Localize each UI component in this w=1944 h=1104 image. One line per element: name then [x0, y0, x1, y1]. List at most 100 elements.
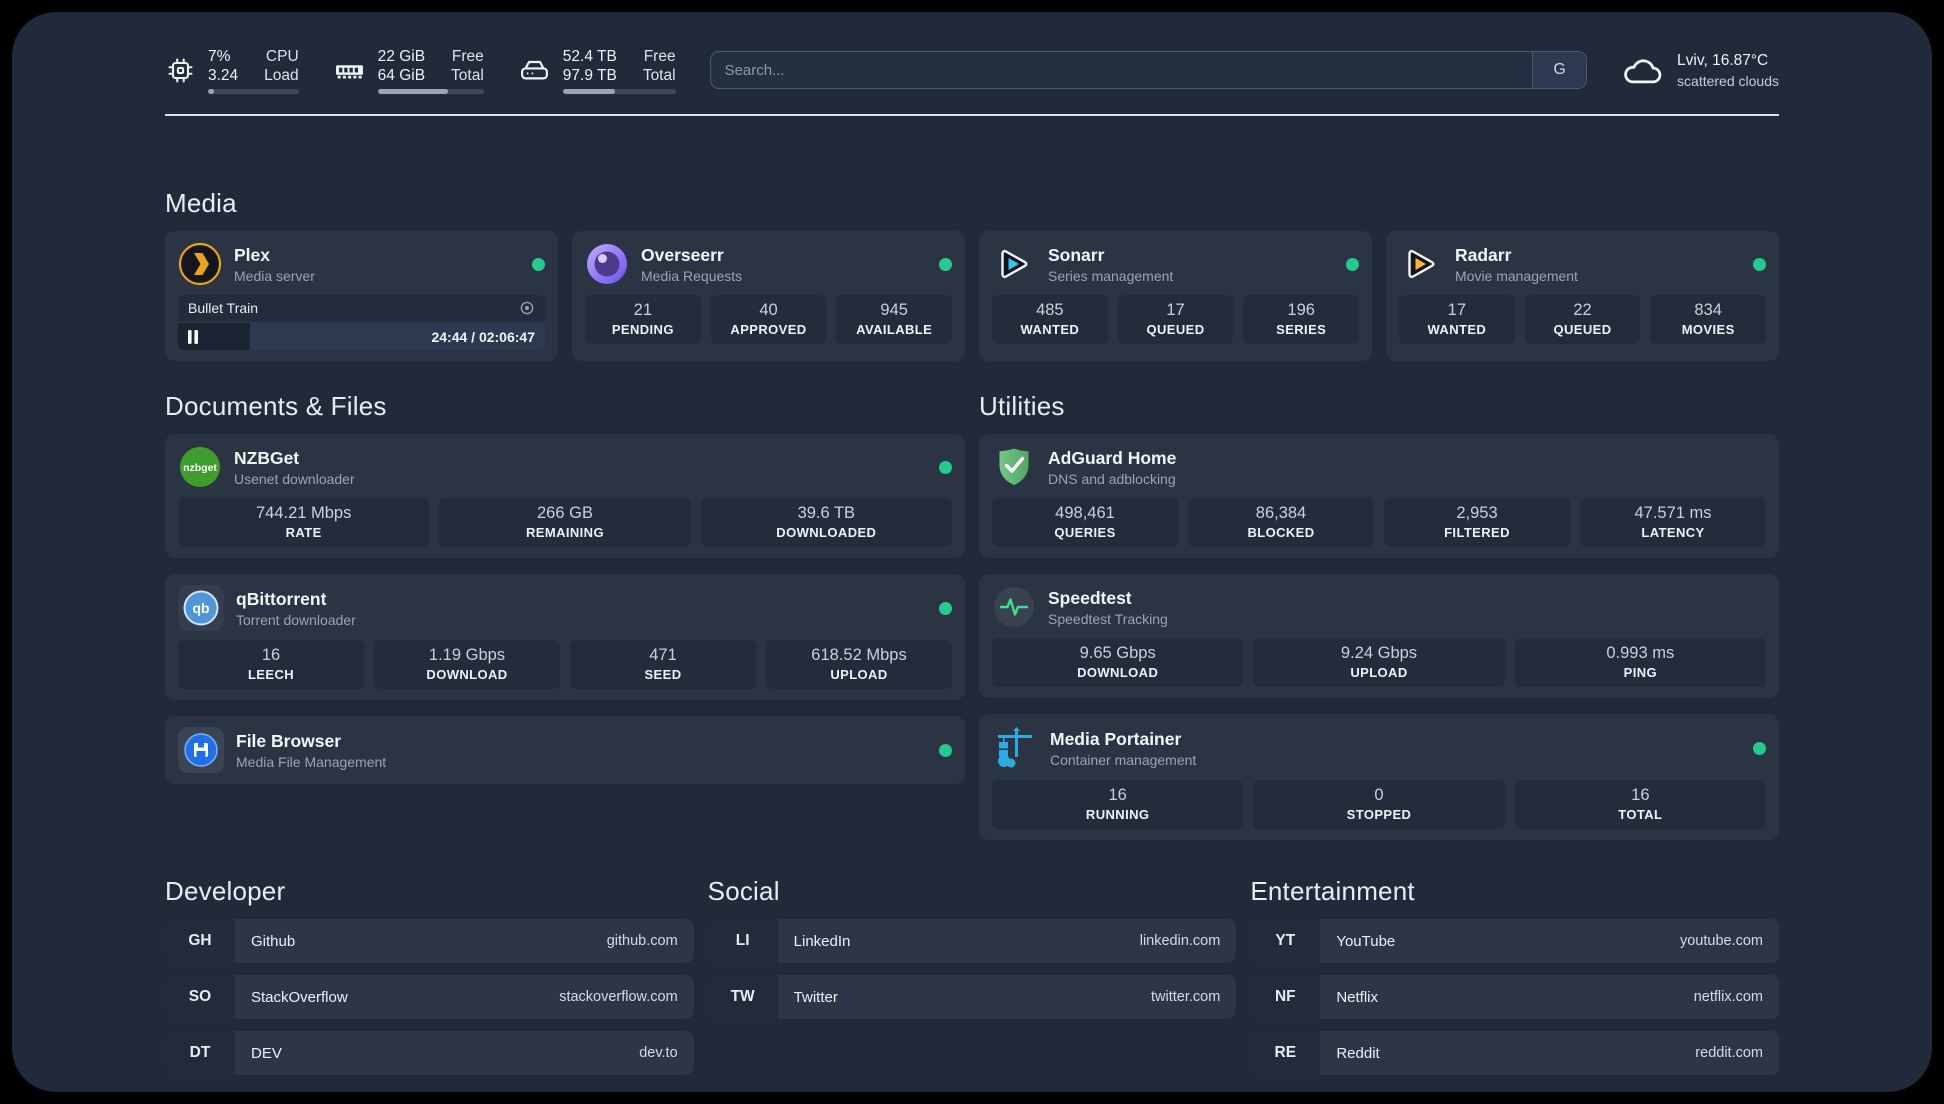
link-dev[interactable]: DT DEV dev.to	[165, 1031, 694, 1075]
disk-free-value: 52.4 TB	[562, 47, 617, 65]
stat-tile-seed: 471 SEED	[570, 640, 756, 689]
app-description: Torrent downloader	[236, 611, 356, 628]
pause-icon[interactable]	[187, 329, 199, 344]
link-url: stackoverflow.com	[559, 989, 678, 1005]
weather-location-temp: Lviv, 16.87°C	[1677, 51, 1769, 69]
app-card-radarr[interactable]: Radarr Movie management 17 WANTED 22 QUEUE…	[1386, 231, 1779, 361]
memory-progress-bar	[377, 88, 484, 94]
cloud-icon	[1624, 59, 1662, 84]
utilities-section-title: Utilities	[979, 391, 1065, 421]
cpu-stat: 7% CPU 3.24 Load	[165, 47, 299, 94]
link-stackoverflow[interactable]: SO StackOverflow stackoverflow.com	[165, 975, 694, 1019]
weather-widget: Lviv, 16.87°C scattered clouds	[1621, 52, 1779, 89]
app-card-overseerr[interactable]: Overseerr Media Requests 21 PENDING 40 APP…	[572, 231, 965, 361]
social-section-title: Social	[707, 876, 780, 906]
sonarr-icon	[1001, 249, 1028, 279]
developer-section: Developer GH Github github.com SO StackO…	[165, 876, 694, 1075]
app-description: Media server	[234, 267, 315, 284]
link-name: YouTube	[1336, 932, 1396, 950]
playback-progress-bar[interactable]: 24:44 / 02:06:47	[178, 323, 545, 350]
link-github[interactable]: GH Github github.com	[165, 919, 694, 963]
status-online-dot	[1753, 257, 1766, 271]
link-url: dev.to	[639, 1045, 678, 1061]
disk-total-label: Total	[642, 66, 676, 84]
overseerr-icon	[587, 244, 627, 284]
app-card-qbittorrent[interactable]: qb qBittorrent Torrent downloader 16 LEEC…	[165, 574, 965, 700]
stat-tile-pending: 21 PENDING	[585, 295, 701, 344]
app-card-nzbget[interactable]: nzbget NZBGet Usenet downloader 744.21 M…	[165, 434, 965, 558]
qbittorrent-icon: qb	[178, 585, 224, 631]
speedtest-icon	[994, 587, 1034, 627]
app-card-filebrowser[interactable]: File Browser Media File Management	[165, 716, 965, 784]
app-description: Media Requests	[641, 267, 743, 284]
header-bar: 7% CPU 3.24 Load 22 GiB Free 64 GiB Tota…	[165, 44, 1779, 96]
disk-free-label: Free	[643, 47, 676, 65]
media-section-title: Media	[165, 188, 237, 218]
link-abbr: RE	[1250, 1031, 1321, 1075]
entertainment-section: Entertainment YT YouTube youtube.com NF …	[1250, 876, 1779, 1075]
weather-condition: scattered clouds	[1677, 72, 1779, 89]
portainer-icon	[998, 727, 1032, 768]
stat-tile-total: 16 TOTAL	[1514, 780, 1766, 829]
app-name: Media Portainer	[1050, 728, 1182, 749]
radarr-icon	[1408, 249, 1435, 279]
app-description: Movie management	[1455, 267, 1578, 284]
search-engine-button[interactable]: G	[1532, 52, 1587, 88]
status-online-dot	[1346, 257, 1359, 271]
stat-tile-movies: 834 MOVIES	[1650, 295, 1767, 344]
app-description: Container management	[1050, 751, 1197, 768]
link-netflix[interactable]: NF Netflix netflix.com	[1250, 975, 1779, 1019]
app-description: Speedtest Tracking	[1048, 610, 1168, 627]
app-card-plex[interactable]: Plex Media server Bullet Train 24:44 / 0…	[165, 231, 558, 361]
cpu-icon	[168, 57, 193, 83]
now-playing-title: Bullet Train	[188, 300, 259, 316]
playback-time: 24:44 / 02:06:47	[431, 328, 535, 345]
link-linkedin[interactable]: LI LinkedIn linkedin.com	[707, 919, 1237, 963]
app-name: File Browser	[236, 730, 342, 751]
cpu-load-label: Load	[264, 66, 299, 84]
link-abbr: DT	[165, 1031, 235, 1075]
svg-text:qb: qb	[192, 600, 209, 616]
app-description: Media File Management	[236, 753, 387, 770]
memory-stat: 22 GiB Free 64 GiB Total	[333, 47, 484, 94]
app-name: Overseerr	[641, 244, 724, 265]
entertainment-section-title: Entertainment	[1250, 876, 1415, 906]
link-abbr: SO	[165, 975, 235, 1019]
social-section: Social LI LinkedIn linkedin.com TW Twitt…	[707, 876, 1237, 1019]
link-abbr: LI	[707, 919, 778, 963]
stat-tile-blocked: 86,384 BLOCKED	[1188, 498, 1374, 547]
link-twitter[interactable]: TW Twitter twitter.com	[707, 975, 1237, 1019]
link-name: Github	[251, 932, 296, 950]
stat-tile-latency: 47.571 ms LATENCY	[1580, 498, 1766, 547]
cpu-usage-label: CPU	[265, 47, 299, 65]
memory-total-label: Total	[451, 66, 484, 84]
link-reddit[interactable]: RE Reddit reddit.com	[1250, 1031, 1779, 1075]
stat-tile-series: 196 SERIES	[1243, 295, 1360, 344]
documents-section-title: Documents & Files	[165, 391, 387, 421]
dashboard-panel: 7% CPU 3.24 Load 22 GiB Free 64 GiB Tota…	[12, 12, 1932, 1092]
app-name: NZBGet	[234, 447, 300, 468]
disk-icon	[520, 60, 548, 79]
link-youtube[interactable]: YT YouTube youtube.com	[1250, 919, 1779, 963]
cpu-progress-bar	[208, 88, 299, 94]
stat-tile-ping: 0.993 ms PING	[1514, 638, 1766, 687]
link-name: DEV	[251, 1044, 282, 1062]
app-name: qBittorrent	[236, 588, 327, 609]
app-card-speedtest[interactable]: Speedtest Speedtest Tracking 9.65 Gbps DO…	[979, 574, 1779, 698]
link-url: youtube.com	[1679, 933, 1763, 949]
status-online-dot	[939, 257, 952, 271]
stat-tile-queries: 498,461 QUERIES	[992, 498, 1178, 547]
app-name: Sonarr	[1048, 244, 1105, 265]
app-card-portainer[interactable]: Media Portainer Container management 16 R…	[979, 714, 1779, 840]
memory-free-label: Free	[451, 47, 484, 65]
app-card-sonarr[interactable]: Sonarr Series management 485 WANTED 17 QUE…	[979, 231, 1372, 361]
memory-free-value: 22 GiB	[377, 47, 426, 65]
nzbget-icon: nzbget	[180, 447, 220, 487]
search-input[interactable]	[710, 52, 1533, 88]
stat-tile-download: 1.19 Gbps DOWNLOAD	[374, 640, 560, 689]
search-bar: G	[709, 51, 1588, 89]
session-icon[interactable]	[519, 300, 535, 316]
stat-tile-leech: 16 LEECH	[178, 640, 364, 689]
plex-now-playing: Bullet Train 24:44 / 02:06:47	[178, 295, 545, 350]
app-card-adguard[interactable]: AdGuard Home DNS and adblocking 498,461 Q…	[979, 434, 1779, 558]
